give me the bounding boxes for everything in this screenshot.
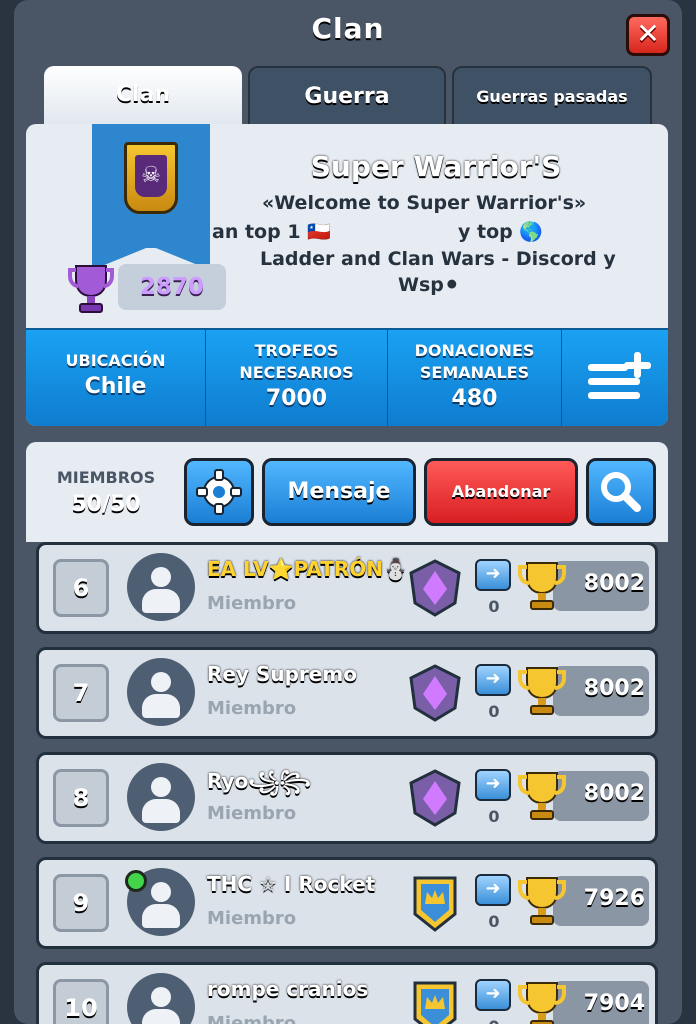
- member-role: Miembro: [207, 908, 297, 929]
- donation-icon: ➜: [475, 979, 511, 1011]
- member-donations: 0: [479, 1017, 509, 1024]
- skull-icon: ☠: [135, 155, 167, 197]
- member-name: rompe cranios: [207, 977, 369, 1001]
- member-trophies: 8002: [583, 676, 645, 701]
- tab-clan-label: Clan: [115, 82, 171, 107]
- member-donations: 0: [488, 912, 500, 931]
- stat-donations-value: 480: [451, 386, 498, 411]
- gear-icon: [196, 469, 242, 515]
- stat-donations-label: SEMANALES: [419, 363, 530, 382]
- stat-required-label: NECESARIOS: [239, 363, 354, 382]
- clan-description-line: Ladder and Clan Wars - Discord y: [260, 248, 616, 270]
- trophy-icon: [518, 562, 566, 610]
- clan-options-button[interactable]: [574, 330, 668, 426]
- member-list[interactable]: 6 EA LV⭐PATRÓN⛄ Miembro ➜ 0 8002 7 Rey S…: [26, 542, 668, 1024]
- member-trophies: 8002: [583, 781, 645, 806]
- members-toolbar: MIEMBROS 50/50 Mensaje Abandonar: [26, 442, 668, 542]
- stat-location-label: UBICACIÓN: [65, 351, 166, 370]
- stat-required-label: TROFEOS: [254, 341, 339, 360]
- avatar: [127, 973, 195, 1024]
- tab-guerra[interactable]: Guerra: [248, 66, 446, 128]
- avatar: [127, 553, 195, 621]
- stat-weekly-donations: DONACIONES SEMANALES 480: [388, 330, 562, 426]
- member-row[interactable]: 9 THC ☆ I Rocket Miembro ➜ 0 7926: [36, 857, 658, 949]
- members-count: 50/50: [71, 492, 141, 517]
- clan-description-line: Wsp⚫: [398, 274, 460, 296]
- donation-icon: ➜: [475, 559, 511, 591]
- member-rank: 10: [53, 979, 109, 1024]
- clan-settings-button[interactable]: [184, 458, 254, 526]
- league-purple-icon: [409, 559, 461, 617]
- online-status-icon: [125, 870, 147, 892]
- clan-description-line: «Welcome to Super Warrior's»: [262, 192, 587, 214]
- member-trophies: 7926: [583, 886, 645, 911]
- clan-description-line: y top 🌎: [458, 221, 544, 243]
- message-button-label: Mensaje: [287, 479, 391, 504]
- clan-trophy-score: 2870: [118, 264, 226, 310]
- donation-icon: ➜: [475, 769, 511, 801]
- member-name: Ryo꧁꧂: [207, 769, 311, 793]
- member-donations: 0: [488, 702, 500, 721]
- league-crown-icon: [413, 876, 457, 932]
- member-row[interactable]: 8 Ryo꧁꧂ Miembro ➜ 0 8002: [36, 752, 658, 844]
- donation-icon: ➜: [475, 664, 511, 696]
- league-purple-icon: [409, 769, 461, 827]
- member-row[interactable]: 6 EA LV⭐PATRÓN⛄ Miembro ➜ 0 8002: [36, 542, 658, 634]
- league-purple-icon: [409, 664, 461, 722]
- tab-guerra-label: Guerra: [304, 84, 390, 109]
- stat-donations-label: DONACIONES: [414, 341, 535, 360]
- member-name: EA LV⭐PATRÓN⛄: [207, 557, 408, 581]
- avatar: [127, 658, 195, 726]
- clan-stats-bar: UBICACIÓN Chile TROFEOS NECESARIOS 7000 …: [26, 328, 668, 426]
- clan-trophy-icon: [68, 265, 114, 313]
- list-add-icon: [588, 352, 651, 399]
- donation-icon: ➜: [475, 874, 511, 906]
- search-button[interactable]: [586, 458, 656, 526]
- leave-clan-button[interactable]: Abandonar: [424, 458, 578, 526]
- search-icon: [601, 472, 641, 512]
- trophy-icon: [518, 982, 566, 1024]
- member-name: Rey Supremo: [207, 662, 357, 686]
- member-role: Miembro: [207, 1013, 297, 1024]
- member-role: Miembro: [207, 803, 297, 824]
- stat-location: UBICACIÓN Chile: [26, 330, 206, 426]
- member-role: Miembro: [207, 698, 297, 719]
- tab-guerras-pasadas-label: Guerras pasadas: [476, 87, 628, 106]
- member-rank: 7: [53, 664, 109, 722]
- tab-clan[interactable]: Clan: [44, 66, 242, 128]
- close-button[interactable]: ✕: [626, 14, 670, 56]
- clan-description-line: an top 1 🇨🇱: [212, 221, 331, 243]
- member-rank: 9: [53, 874, 109, 932]
- member-row[interactable]: 10 rompe cranios Miembro ➜ 0 7904: [36, 962, 658, 1024]
- clan-badge-icon: ☠: [124, 142, 178, 214]
- member-trophies: 7904: [583, 991, 645, 1016]
- member-role: Miembro: [207, 593, 297, 614]
- message-button[interactable]: Mensaje: [262, 458, 416, 526]
- clan-name: Super Warrior'S: [310, 150, 562, 183]
- members-label: MIEMBROS: [56, 468, 156, 487]
- avatar: [127, 763, 195, 831]
- leave-button-label: Abandonar: [451, 482, 551, 501]
- trophy-icon: [518, 772, 566, 820]
- member-donations: 0: [488, 597, 500, 616]
- stat-required-trophies: TROFEOS NECESARIOS 7000: [206, 330, 388, 426]
- member-rank: 6: [53, 559, 109, 617]
- member-name: THC ☆ I Rocket: [207, 872, 376, 896]
- clan-info-card: ☠ Super Warrior'S «Welcome to Super Warr…: [26, 124, 668, 426]
- trophy-icon: [518, 877, 566, 925]
- league-crown-icon: [413, 981, 457, 1024]
- member-donations: 0: [488, 807, 500, 826]
- member-trophies: 8002: [583, 571, 645, 596]
- tab-guerras-pasadas[interactable]: Guerras pasadas: [452, 66, 652, 128]
- member-row[interactable]: 7 Rey Supremo Miembro ➜ 0 8002: [36, 647, 658, 739]
- member-rank: 8: [53, 769, 109, 827]
- close-icon: ✕: [636, 17, 660, 50]
- window-title: Clan: [311, 12, 385, 45]
- stat-required-value: 7000: [265, 386, 328, 411]
- stat-location-value: Chile: [84, 374, 147, 399]
- clan-window: Clan ✕ Clan Guerra Guerras pasadas ☠ Sup…: [14, 0, 682, 1024]
- trophy-icon: [518, 667, 566, 715]
